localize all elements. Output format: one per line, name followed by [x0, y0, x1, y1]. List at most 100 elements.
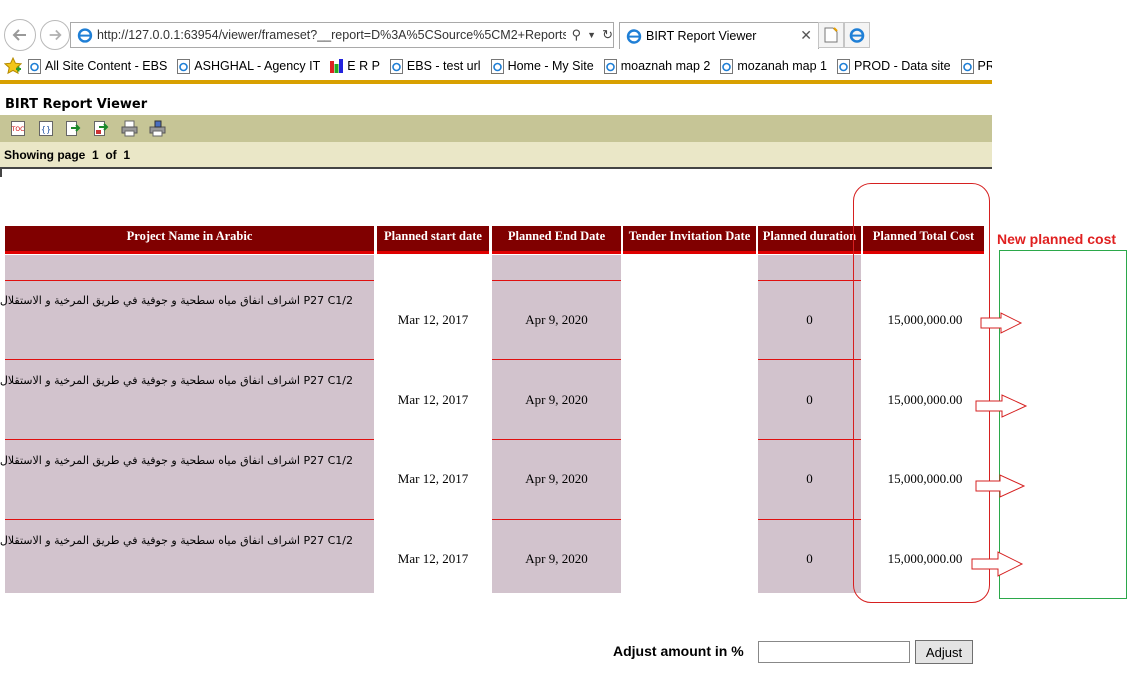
- tab-title: BIRT Report Viewer: [646, 29, 757, 43]
- parameters-icon[interactable]: {}: [38, 120, 55, 137]
- arrow-icon: [975, 474, 1026, 498]
- favorite-label: PROD - Mo: [977, 59, 992, 73]
- page-icon: [836, 58, 850, 74]
- close-icon[interactable]: ✕: [800, 27, 812, 44]
- column-shade-end-date: [492, 255, 621, 593]
- toc-icon[interactable]: TOC: [10, 120, 27, 137]
- header-planned-duration: Planned duration: [758, 226, 861, 254]
- ie-logo-icon: [626, 29, 642, 44]
- row-divider: [492, 519, 621, 520]
- row-divider: [492, 280, 621, 281]
- favorite-label: ASHGHAL - Agency IT: [194, 59, 321, 73]
- favorite-label: All Site Content - EBS: [45, 59, 168, 73]
- row-divider: [758, 359, 861, 360]
- favorite-link[interactable]: PROD - Data site: [836, 58, 951, 74]
- arrow-icon: [980, 312, 1023, 334]
- viewer-toolbar: TOC {}: [0, 115, 992, 143]
- adjust-label: Adjust amount in %: [613, 643, 744, 659]
- favorite-label: PROD - Data site: [853, 59, 951, 73]
- favorite-link[interactable]: Home - My Site: [490, 58, 594, 74]
- back-button[interactable]: [4, 19, 36, 51]
- favorite-link[interactable]: All Site Content - EBS: [28, 58, 168, 74]
- refresh-icon[interactable]: ↻: [602, 27, 613, 43]
- favorites-star-icon[interactable]: [4, 57, 22, 75]
- arrow-icon: [975, 394, 1028, 418]
- url-text[interactable]: http://127.0.0.1:63954/viewer/frameset?_…: [97, 28, 566, 42]
- address-bar[interactable]: http://127.0.0.1:63954/viewer/frameset?_…: [70, 22, 614, 48]
- cell-start-date: Mar 12, 2017: [397, 551, 469, 566]
- page-icon: [720, 58, 734, 74]
- page-status: Showing page 1 of 1: [4, 148, 131, 162]
- cell-end-date: Apr 9, 2020: [525, 471, 588, 486]
- row-divider: [492, 359, 621, 360]
- favorites-bar: All Site Content - EBS ASHGHAL - Agency …: [0, 54, 992, 78]
- page-icon: [490, 58, 504, 74]
- ie-logo-icon: [77, 28, 93, 43]
- favorite-label: EBS - test url: [406, 59, 481, 73]
- header-tender-invitation: Tender Invitation Date: [623, 226, 756, 254]
- favorite-link[interactable]: ASHGHAL - Agency IT: [177, 58, 321, 74]
- adjust-button[interactable]: Adjust: [915, 640, 973, 664]
- page-icon: [960, 58, 974, 74]
- browser-chrome: http://127.0.0.1:63954/viewer/frameset?_…: [0, 0, 992, 84]
- erp-icon: [330, 58, 344, 73]
- export-report-icon[interactable]: [93, 120, 110, 137]
- cell-start-date: Mar 12, 2017: [397, 312, 469, 327]
- navigation-bar: Showing page 1 of 1: [0, 142, 992, 169]
- row-divider: [758, 439, 861, 440]
- ie-home-button[interactable]: [844, 22, 870, 48]
- cell-duration: 0: [806, 312, 813, 327]
- page-icon: [177, 58, 191, 74]
- cell-end-date: Apr 9, 2020: [525, 551, 588, 566]
- highlight-outline: [853, 183, 990, 603]
- annotation-label: New planned cost: [997, 231, 1117, 247]
- cell-end-date: Apr 9, 2020: [525, 312, 588, 327]
- dropdown-arrow-icon[interactable]: ▼: [587, 30, 596, 40]
- adjust-percent-input[interactable]: [758, 641, 910, 663]
- row-divider: [5, 439, 374, 440]
- row-divider: [758, 280, 861, 281]
- page-icon: [603, 58, 617, 74]
- print-server-icon[interactable]: [149, 120, 166, 137]
- cell-duration: 0: [806, 392, 813, 407]
- row-divider: [492, 439, 621, 440]
- ie-logo-icon: [849, 28, 865, 43]
- cell-project-name: P27 C1/2 اشراف انفاق مياه سطحية و جوفية …: [0, 454, 353, 467]
- favorite-label: Home - My Site: [507, 59, 594, 73]
- cell-project-name: P27 C1/2 اشراف انفاق مياه سطحية و جوفية …: [0, 534, 353, 547]
- header-planned-start: Planned start date: [377, 226, 489, 254]
- favorite-link[interactable]: moaznah map 2: [603, 58, 711, 74]
- cell-start-date: Mar 12, 2017: [397, 392, 469, 407]
- arrow-icon: [971, 551, 1024, 577]
- favorite-link[interactable]: E R P: [330, 58, 380, 74]
- favorite-link[interactable]: mozanah map 1: [720, 58, 827, 74]
- tab-birt-report-viewer[interactable]: BIRT Report Viewer ✕: [619, 22, 819, 49]
- back-arrow-icon: [12, 29, 26, 41]
- print-icon[interactable]: [121, 120, 138, 137]
- favorite-link[interactable]: PROD - Mo: [960, 58, 992, 74]
- favorite-label: mozanah map 1: [737, 59, 827, 73]
- row-divider: [5, 519, 374, 520]
- frame-divider: [0, 169, 2, 177]
- header-planned-end: Planned End Date: [492, 226, 621, 254]
- page-icon: [389, 58, 403, 74]
- search-icon[interactable]: ⚲: [572, 27, 582, 43]
- cell-duration: 0: [806, 471, 813, 486]
- export-data-icon[interactable]: [65, 120, 82, 137]
- new-tab-button[interactable]: [818, 22, 844, 48]
- cell-duration: 0: [806, 551, 813, 566]
- row-divider: [5, 280, 374, 281]
- forward-button[interactable]: [40, 20, 70, 50]
- favorite-link[interactable]: EBS - test url: [389, 58, 481, 74]
- cell-project-name: P27 C1/2 اشراف انفاق مياه سطحية و جوفية …: [0, 294, 353, 307]
- svg-text:{}: {}: [41, 125, 51, 134]
- cell-project-name: P27 C1/2 اشراف انفاق مياه سطحية و جوفية …: [0, 374, 353, 387]
- favorite-label: moaznah map 2: [620, 59, 711, 73]
- svg-text:TOC: TOC: [11, 126, 25, 133]
- viewer-title: BIRT Report Viewer: [5, 97, 148, 112]
- column-shade-duration: [758, 255, 861, 593]
- forward-arrow-icon: [49, 29, 62, 41]
- page-icon: [28, 58, 41, 74]
- row-divider: [5, 359, 374, 360]
- header-project-name: Project Name in Arabic: [5, 226, 374, 254]
